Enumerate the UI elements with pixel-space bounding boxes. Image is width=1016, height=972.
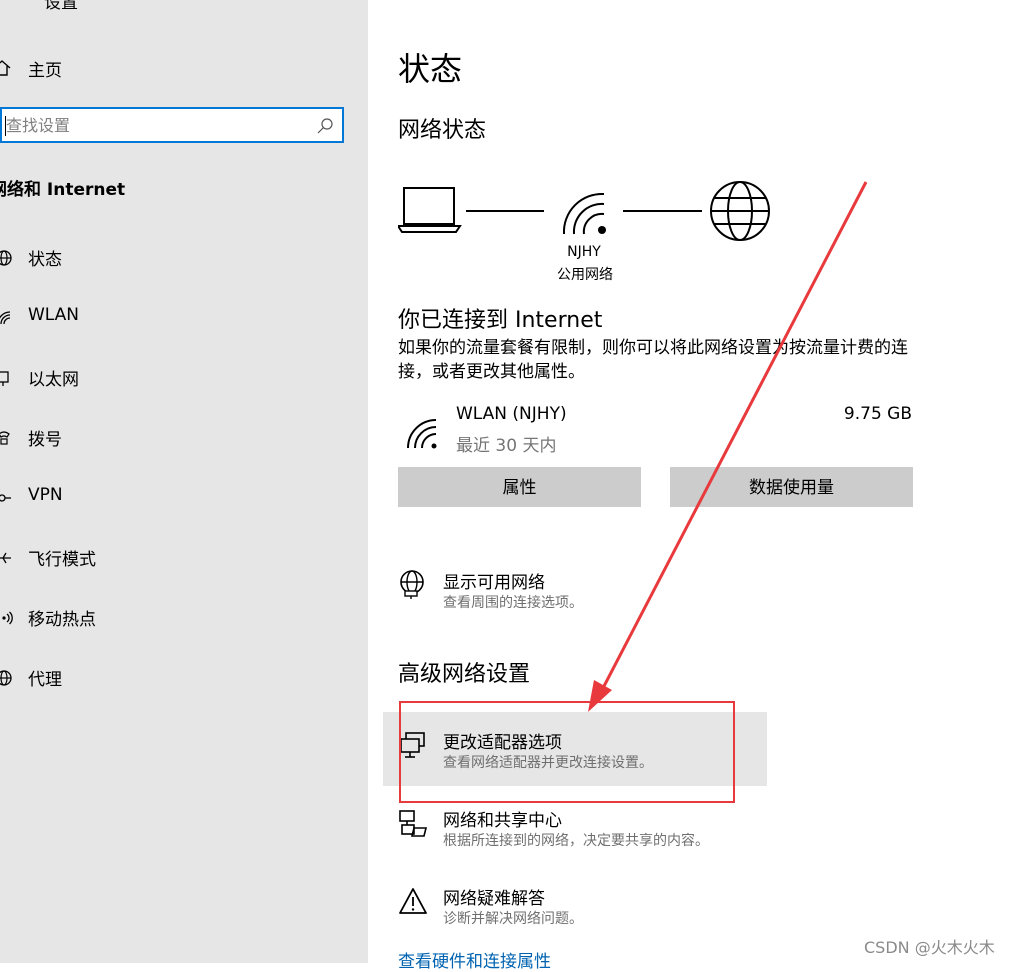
sidebar-item-label: 飞行模式	[28, 550, 96, 570]
wlan-name: WLAN (NJHY)	[456, 404, 567, 424]
network-troubleshoot-link[interactable]: 网络疑难解答 诊断并解决网络问题。	[398, 884, 818, 932]
sidebar-item-label: 拨号	[28, 430, 62, 450]
link-description: 诊断并解决网络问题。	[443, 911, 583, 927]
network-status-title: 网络状态	[398, 118, 487, 143]
link-description: 根据所连接到的网络，决定要共享的内容。	[443, 833, 709, 849]
sidebar-item-wlan[interactable]: WLAN	[0, 298, 368, 338]
properties-button[interactable]: 属性	[398, 467, 641, 507]
sidebar-item-vpn[interactable]: VPN	[0, 478, 368, 518]
wlan-period: 最近 30 天内	[456, 436, 557, 456]
home-icon	[0, 60, 11, 76]
connection-status-description: 如果你的流量套餐有限制，则你可以将此网络设置为按流量计费的连接，或者更改其他属性…	[398, 338, 908, 382]
window-title: 设置	[44, 0, 78, 13]
warning-icon	[399, 888, 427, 914]
wifi-icon	[0, 311, 11, 325]
search-input[interactable]	[6, 113, 306, 137]
home-icon	[0, 250, 12, 266]
sidebar-item-hotspot[interactable]: 移动热点	[0, 598, 368, 638]
wifi-icon	[562, 192, 606, 235]
sidebar-item-label: 以太网	[28, 370, 79, 390]
link-title: 网络疑难解答	[443, 889, 545, 909]
vpn-icon	[0, 494, 11, 502]
airplane-icon	[0, 552, 11, 564]
sidebar-section-title: 网络和 Internet	[0, 180, 126, 200]
wlan-connection-row: WLAN (NJHY) 最近 30 天内 9.75 GB	[398, 404, 914, 458]
sidebar-item-proxy[interactable]: 代理	[0, 658, 368, 698]
connection-status-title: 你已连接到 Internet	[398, 308, 603, 333]
sidebar-item-label: 状态	[28, 250, 62, 270]
globe-monitor-icon	[400, 570, 424, 599]
link-description: 查看周围的连接选项。	[443, 595, 583, 611]
sidebar-item-label: 移动热点	[28, 610, 96, 630]
link-title: 显示可用网络	[443, 573, 545, 593]
wifi-icon	[407, 419, 437, 449]
sidebar-item-airplane[interactable]: 飞行模式	[0, 538, 368, 578]
wlan-data-usage: 9.75 GB	[843, 404, 912, 424]
laptop-icon	[396, 187, 462, 233]
page-title: 状态	[398, 50, 463, 88]
data-usage-button[interactable]: 数据使用量	[670, 467, 913, 507]
network-ssid: NJHY	[567, 244, 601, 260]
network-diagram-graphic	[396, 181, 770, 241]
sidebar-item-label: 主页	[28, 61, 62, 81]
ethernet-icon	[0, 371, 9, 386]
sidebar: 设置 主页 网络和 Internet 状态 WLAN 以	[0, 0, 368, 963]
show-available-networks-link[interactable]: 显示可用网络 查看周围的连接选项。	[398, 568, 818, 616]
sidebar-item-ethernet[interactable]: 以太网	[0, 358, 368, 398]
network-diagram: NJHY 公用网络	[396, 178, 778, 288]
network-sharing-center-link[interactable]: 网络和共享中心 根据所连接到的网络，决定要共享的内容。	[398, 806, 818, 854]
sidebar-item-home[interactable]: 主页	[0, 52, 368, 84]
sidebar-item-label: WLAN	[28, 305, 80, 325]
sharing-center-icon	[399, 810, 428, 837]
globe-icon	[0, 670, 12, 686]
hotspot-icon	[2, 611, 13, 625]
sidebar-item-status[interactable]: 状态	[0, 238, 368, 278]
link-title: 网络和共享中心	[443, 811, 562, 831]
sidebar-item-dialup[interactable]: 拨号	[0, 418, 368, 458]
sidebar-item-label: 代理	[28, 670, 62, 690]
dialup-icon	[0, 431, 10, 445]
main-content: 状态 网络状态 NJHY 公用网络 你已连接到 Internet 如果你的流量套…	[368, 0, 1016, 972]
search-icon[interactable]	[316, 117, 334, 135]
network-type: 公用网络	[557, 267, 613, 283]
watermark: CSDN @火木火木	[864, 938, 995, 957]
annotation-highlight-box	[399, 701, 735, 803]
advanced-settings-title: 高级网络设置	[398, 662, 531, 687]
globe-icon	[710, 181, 770, 241]
search-box[interactable]	[0, 107, 344, 143]
hardware-properties-link[interactable]: 查看硬件和连接属性	[398, 947, 551, 972]
sidebar-item-label: VPN	[28, 485, 63, 505]
